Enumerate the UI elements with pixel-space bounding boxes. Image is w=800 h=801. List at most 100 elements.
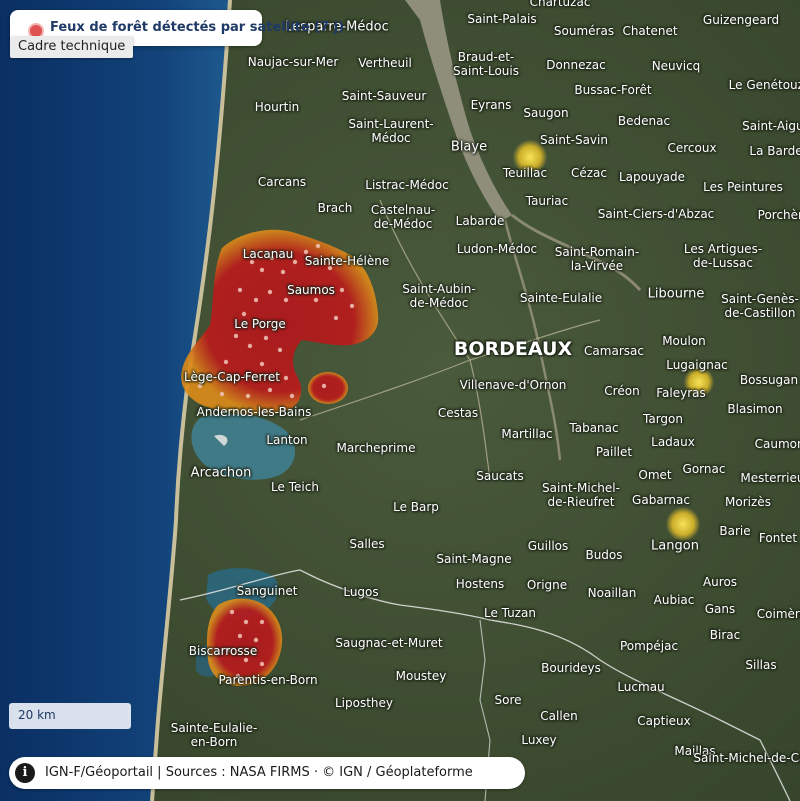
place-label: Tauriac [525,194,569,208]
place-label: Lugaignac [666,358,728,372]
place-label: Lucmau [617,680,665,694]
tooltip: Cadre technique [10,36,134,58]
place-label-line: de-Lussac [693,256,753,270]
place-label: Saumos [287,283,335,297]
place-label: Chartuzac [529,0,591,9]
place-label: Blasimon [727,402,783,416]
place-label: Saugon [523,106,569,120]
place-label: Gans [704,602,736,616]
place-label-line: Saint-Michel- [542,481,620,495]
place-label: Chatenet [622,24,678,38]
place-label: Carcans [257,175,307,189]
place-label: Luxey [521,733,557,747]
place-label-line: Saint-Louis [453,64,519,78]
place-label: Cézac [570,166,608,180]
place-label: Ladaux [651,435,695,449]
legend-card[interactable]: Feux de forêt détectés par satellite (7 … [10,10,344,58]
place-label-line: de-Médoc [409,296,469,310]
place-label-line: Sainte-Eulalie- [170,721,258,735]
place-label: Blaye [450,139,488,155]
place-label: Coimères [756,607,800,621]
place-label: Sainte-Eulalie- en-Born [171,721,258,749]
place-label: Lapouyade [618,170,686,184]
place-label: Sore [494,693,522,707]
place-label: Noaillan [587,586,637,600]
place-label: Saint-Savin [540,133,608,147]
city-label-bordeaux: BORDEAUX [453,338,573,360]
place-label-line: Saint-Romain- [554,245,640,259]
map-view[interactable]: Chartuzac Lesparre-Médoc Saint-Palais So… [0,0,800,801]
place-label: Tabanac [569,421,619,435]
place-label: Barie [719,524,751,538]
place-label: Saint-Michel-de-Castelnau [693,751,800,765]
place-label: Paillet [595,445,633,459]
place-label: Saucats [476,469,524,483]
place-label: Birac [709,628,741,642]
place-label: Moustey [395,669,447,683]
place-label: Morizès [725,495,771,509]
fire-zone-small[interactable] [308,372,348,404]
place-label: Villenave-d'Ornon [459,378,567,392]
place-label: Donnezac [546,58,606,72]
place-label: Auros [702,575,738,589]
place-label-line: Les Artigues- [683,242,763,256]
place-label: Bourideys [541,661,601,675]
place-label: Cercoux [667,141,717,155]
place-label: Cestas [437,406,479,420]
place-label: Listrac-Médoc [365,178,449,192]
place-label: La Barde [749,144,800,158]
place-label: Créon [604,384,640,398]
place-label: Langon [651,538,699,554]
place-label: Saint-Genès- de-Castillon [721,292,799,320]
attribution-text: IGN-F/Géoportail | Sources : NASA FIRMS … [45,765,473,780]
info-icon[interactable]: i [15,763,35,783]
fire-hotspot-langon[interactable] [666,507,700,541]
place-label: Callen [540,709,578,723]
place-label: Castelnau- de-Médoc [371,203,435,231]
place-label: Sainte-Hélène [304,254,390,268]
place-label: Gabarnac [632,493,690,507]
place-label: Saint-Laurent- Médoc [348,117,433,145]
place-label: Lacanau [242,247,294,261]
place-label-line: Saint-Aubin- [402,282,476,296]
place-label: Ludon-Médoc [456,242,538,256]
place-label: Targon [643,412,683,426]
place-label-line: la-Virvée [570,259,624,273]
place-label: Bedenac [617,114,671,128]
place-label: Marcheprime [336,441,416,455]
place-label: Budos [585,548,623,562]
place-label: Lanton [266,433,308,447]
place-label: Guizengeard [702,13,780,27]
place-label: Bossugan [739,373,799,387]
place-label: Labarde [455,214,505,228]
place-label-line: de-Médoc [373,217,433,231]
place-label: Liposthey [334,696,394,710]
place-label-line: en-Born [190,735,238,749]
place-label: Naujac-sur-Mer [247,55,339,69]
place-label: Eyrans [470,98,512,112]
place-label: Salles [349,537,385,551]
place-label: Mesterrieux [740,471,800,485]
place-label: Arcachon [190,465,252,481]
place-label: Saint-Michel- de-Rieufret [542,481,620,509]
place-label: Saugnac-et-Muret [335,636,443,650]
scale-bar: 20 km [9,703,131,729]
place-label: Neuvicq [651,59,701,73]
place-label: Bussac-Forêt [574,83,652,97]
place-label: Lège-Cap-Ferret [184,370,280,384]
place-label: Pompéjac [619,639,679,653]
place-label: Faleyras [656,386,706,400]
place-label: Omet [638,468,672,482]
place-label: Martillac [501,427,553,441]
place-label: Aubiac [653,593,695,607]
place-label-line: de-Castillon [724,306,796,320]
scale-label: 20 km [18,708,56,722]
place-label: Saint-Sauveur [341,89,427,103]
attribution-bar[interactable]: i IGN-F/Géoportail | Sources : NASA FIRM… [9,757,525,789]
place-label-line: Castelnau- [370,203,436,217]
place-label-line: Médoc [371,131,411,145]
place-label: Fontet [758,531,798,545]
place-label: Sanguinet [236,584,298,598]
place-label: Braud-et- Saint-Louis [453,50,519,78]
place-label: Les Peintures [703,180,783,194]
